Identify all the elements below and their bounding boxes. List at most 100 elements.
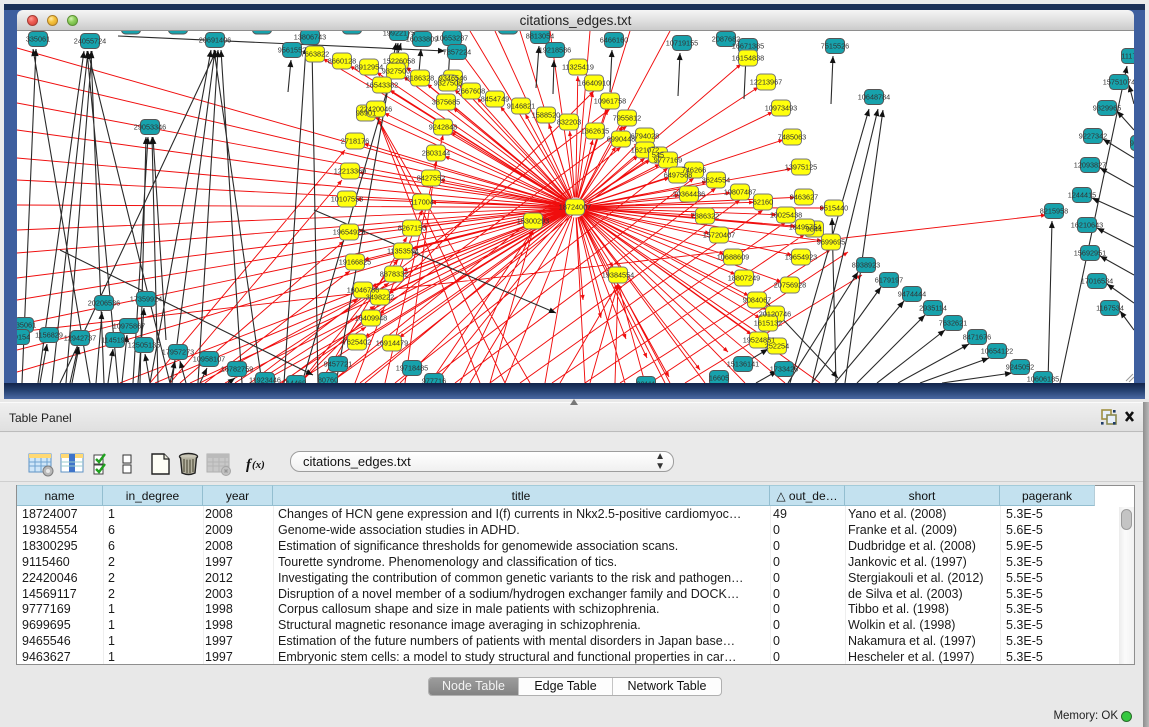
svg-text:80760: 80760 bbox=[318, 376, 338, 384]
svg-text:12213967: 12213967 bbox=[750, 78, 782, 87]
svg-text:8912954: 8912954 bbox=[355, 63, 383, 72]
svg-text:10688609: 10688609 bbox=[717, 253, 749, 262]
svg-text:19384554: 19384554 bbox=[602, 271, 634, 280]
svg-text:10107553: 10107553 bbox=[331, 195, 363, 204]
svg-text:3875685: 3875685 bbox=[432, 98, 460, 107]
svg-text:7955812: 7955812 bbox=[613, 114, 641, 123]
svg-text:10807487: 10807487 bbox=[724, 188, 756, 197]
svg-text:2803144: 2803144 bbox=[422, 149, 450, 158]
svg-text:16605: 16605 bbox=[709, 374, 729, 383]
svg-text:8471676: 8471676 bbox=[963, 333, 991, 342]
svg-text:8660128: 8660128 bbox=[328, 57, 356, 66]
svg-text:10648784: 10648784 bbox=[858, 93, 890, 102]
svg-text:16409948: 16409948 bbox=[355, 314, 387, 323]
svg-text:18495754: 18495754 bbox=[789, 223, 821, 232]
svg-text:15692951: 15692951 bbox=[1074, 249, 1106, 258]
svg-text:9084067: 9084067 bbox=[743, 296, 771, 305]
svg-text:9457721: 9457721 bbox=[324, 360, 352, 369]
svg-text:24055724: 24055724 bbox=[74, 37, 106, 46]
svg-text:6466160: 6466160 bbox=[600, 36, 628, 45]
svg-text:9146821: 9146821 bbox=[507, 102, 535, 111]
svg-text:8454749: 8454749 bbox=[481, 95, 509, 104]
svg-text:15226058: 15226058 bbox=[383, 57, 415, 66]
svg-text:62160: 62160 bbox=[753, 198, 773, 207]
svg-text:8186328: 8186328 bbox=[406, 74, 434, 83]
svg-text:6794028: 6794028 bbox=[631, 132, 659, 141]
svg-text:9242848: 9242848 bbox=[429, 123, 457, 132]
svg-text:17359924: 17359924 bbox=[130, 295, 162, 304]
svg-text:16782759: 16782759 bbox=[221, 365, 253, 374]
svg-text:9777169: 9777169 bbox=[654, 156, 682, 165]
svg-text:20691406: 20691406 bbox=[199, 36, 231, 45]
svg-text:8267150: 8267150 bbox=[398, 224, 426, 233]
svg-text:7386322: 7386322 bbox=[691, 212, 719, 221]
svg-text:2087682: 2087682 bbox=[712, 35, 740, 44]
svg-text:16210643: 16210643 bbox=[1071, 221, 1103, 230]
svg-text:10606185: 10606185 bbox=[1027, 375, 1059, 384]
svg-text:832203: 832203 bbox=[557, 118, 581, 127]
svg-text:16640910: 16640910 bbox=[578, 79, 610, 88]
svg-text:11353594: 11353594 bbox=[387, 247, 419, 256]
svg-text:7663822: 7663822 bbox=[301, 50, 329, 59]
svg-text:10961758: 10961758 bbox=[594, 97, 626, 106]
svg-text:19218586: 19218586 bbox=[539, 46, 571, 55]
svg-text:10958107: 10958107 bbox=[193, 355, 225, 364]
svg-text:8878332: 8878332 bbox=[380, 270, 408, 279]
svg-text:2718176: 2718176 bbox=[341, 137, 369, 146]
svg-text:117004: 117004 bbox=[410, 198, 434, 207]
svg-text:6497568: 6497568 bbox=[664, 171, 692, 180]
svg-text:13975125: 13975125 bbox=[785, 163, 817, 172]
svg-text:29053346: 29053346 bbox=[134, 123, 166, 132]
svg-text:10653287: 10653287 bbox=[436, 34, 468, 43]
svg-text:10654122: 10654122 bbox=[981, 347, 1013, 356]
svg-text:16543382: 16543382 bbox=[366, 81, 398, 90]
svg-text:17957273: 17957273 bbox=[162, 348, 194, 357]
svg-text:335061: 335061 bbox=[17, 321, 36, 330]
svg-text:15136141: 15136141 bbox=[727, 360, 759, 369]
svg-text:3624554: 3624554 bbox=[702, 176, 730, 185]
svg-text:19166825: 19166825 bbox=[339, 258, 371, 267]
svg-text:8813054: 8813054 bbox=[526, 32, 554, 41]
svg-text:11174: 11174 bbox=[1121, 52, 1134, 61]
svg-text:10025438: 10025438 bbox=[770, 211, 802, 220]
svg-text:12213369: 12213369 bbox=[334, 167, 366, 176]
svg-text:9474444: 9474444 bbox=[898, 290, 926, 299]
svg-text:20120746: 20120746 bbox=[759, 310, 791, 319]
svg-text:15300293: 15300293 bbox=[517, 217, 549, 226]
svg-text:18724007: 18724007 bbox=[559, 203, 591, 212]
svg-text:335061: 335061 bbox=[26, 35, 50, 44]
svg-text:9329965: 9329965 bbox=[1093, 104, 1121, 113]
svg-text:1362615: 1362615 bbox=[581, 127, 609, 136]
svg-text:15720407: 15720407 bbox=[703, 231, 735, 240]
svg-text:(x): (x) bbox=[252, 459, 265, 471]
svg-text:16033809: 16033809 bbox=[406, 35, 438, 44]
svg-text:19718485: 19718485 bbox=[396, 364, 428, 373]
svg-text:95125: 95125 bbox=[1130, 139, 1134, 148]
svg-text:16154838: 16154838 bbox=[732, 54, 764, 63]
svg-text:1156829: 1156829 bbox=[35, 331, 63, 340]
svg-text:9463627: 9463627 bbox=[790, 193, 818, 202]
svg-text:7485063: 7485063 bbox=[778, 133, 806, 142]
svg-text:8938923: 8938923 bbox=[852, 261, 880, 270]
svg-text:9699695: 9699695 bbox=[817, 238, 845, 247]
svg-text:90111: 90111 bbox=[636, 380, 655, 384]
svg-text:1167534: 1167534 bbox=[1096, 304, 1124, 313]
svg-text:7857224: 7857224 bbox=[443, 48, 471, 57]
svg-text:18807249: 18807249 bbox=[728, 274, 760, 283]
svg-text:12942737: 12942737 bbox=[64, 334, 96, 343]
svg-text:15751074: 15751074 bbox=[1103, 78, 1134, 87]
svg-text:12093827: 12093827 bbox=[1074, 161, 1106, 170]
svg-text:10975867: 10975867 bbox=[113, 322, 145, 331]
svg-text:17016534: 17016534 bbox=[1081, 277, 1113, 286]
svg-text:252254: 252254 bbox=[765, 342, 789, 351]
svg-text:22420046: 22420046 bbox=[360, 105, 392, 114]
svg-text:6179197: 6179197 bbox=[875, 276, 903, 285]
svg-text:11325419: 11325419 bbox=[562, 63, 594, 72]
svg-text:1615132: 1615132 bbox=[754, 319, 782, 328]
svg-text:19654923: 19654923 bbox=[785, 253, 817, 262]
svg-text:977716: 977716 bbox=[422, 377, 446, 384]
svg-text:14469: 14469 bbox=[286, 379, 306, 384]
svg-text:20206536: 20206536 bbox=[88, 299, 120, 308]
svg-text:20364436: 20364436 bbox=[673, 190, 705, 199]
svg-text:8215958: 8215958 bbox=[1040, 207, 1068, 216]
